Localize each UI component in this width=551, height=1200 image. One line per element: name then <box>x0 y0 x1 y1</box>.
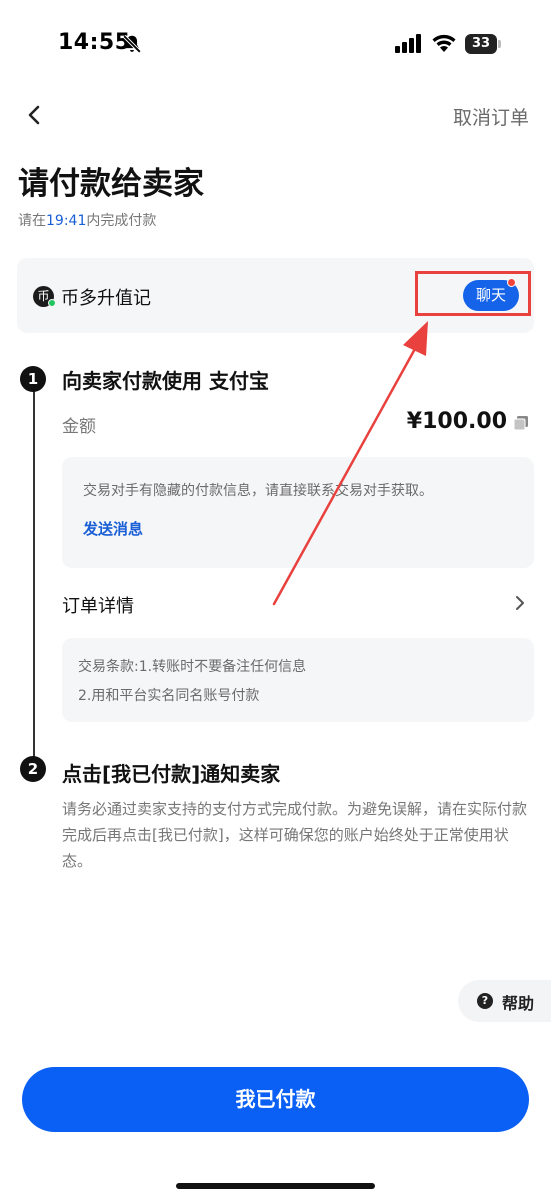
amount-label: 金额 <box>62 417 96 437</box>
step-1-title: 向卖家付款使用 支付宝 <box>62 369 269 393</box>
bell-muted-icon <box>122 34 142 54</box>
signal-icon <box>395 34 421 53</box>
step-connector-line <box>33 380 35 770</box>
battery-cap <box>498 40 501 48</box>
back-arrow-icon[interactable] <box>22 102 48 128</box>
hidden-payment-info-box: 交易对手有隐藏的付款信息，请直接联系交易对手获取。 发送消息 <box>62 457 534 568</box>
send-message-link[interactable]: 发送消息 <box>83 518 143 539</box>
hidden-payment-info-text: 交易对手有隐藏的付款信息，请直接联系交易对手获取。 <box>83 483 433 499</box>
trade-terms-box: 交易条款:1.转账时不要备注任何信息 2.用和平台实名同名账号付款 <box>62 638 534 722</box>
i-have-paid-button[interactable]: 我已付款 <box>22 1067 529 1132</box>
help-button[interactable]: ? 帮助 <box>458 980 551 1022</box>
deadline-prefix: 请在 <box>18 213 46 229</box>
copy-icon[interactable] <box>513 415 529 431</box>
payment-deadline: 请在19:41内完成付款 <box>18 210 156 230</box>
question-icon: ? <box>477 993 493 1009</box>
help-label: 帮助 <box>502 994 535 1013</box>
deadline-time: 19:41 <box>46 213 87 229</box>
home-indicator <box>176 1183 375 1189</box>
step-2-title: 点击[我已付款]通知卖家 <box>62 762 281 786</box>
trade-terms-line-1: 交易条款:1.转账时不要备注任何信息 <box>78 659 307 675</box>
status-bar: 14:55 33 <box>0 0 551 90</box>
online-status-dot <box>48 299 56 307</box>
deadline-suffix: 内完成付款 <box>86 213 157 229</box>
step-1-badge: 1 <box>20 366 46 392</box>
trade-terms-line-2: 2.用和平台实名同名账号付款 <box>78 688 260 704</box>
page-title: 请付款给卖家 <box>18 166 204 202</box>
wifi-icon <box>432 34 456 52</box>
cancel-order-button[interactable]: 取消订单 <box>453 103 529 130</box>
seller-name: 币多升值记 <box>61 288 151 309</box>
annotation-highlight-box <box>415 271 531 316</box>
step-2-description: 请务必通过卖家支持的支付方式完成付款。为避免误解，请在实际付款完成后再点击[我已… <box>62 800 528 870</box>
amount-value: ¥100.00 <box>406 409 507 434</box>
status-time: 14:55 <box>58 30 131 55</box>
chevron-right-icon[interactable] <box>513 594 527 612</box>
battery-icon: 33 <box>465 34 501 54</box>
battery-level: 33 <box>465 34 497 54</box>
step-2-badge: 2 <box>20 756 46 782</box>
order-details-link[interactable]: 订单详情 <box>62 592 134 618</box>
